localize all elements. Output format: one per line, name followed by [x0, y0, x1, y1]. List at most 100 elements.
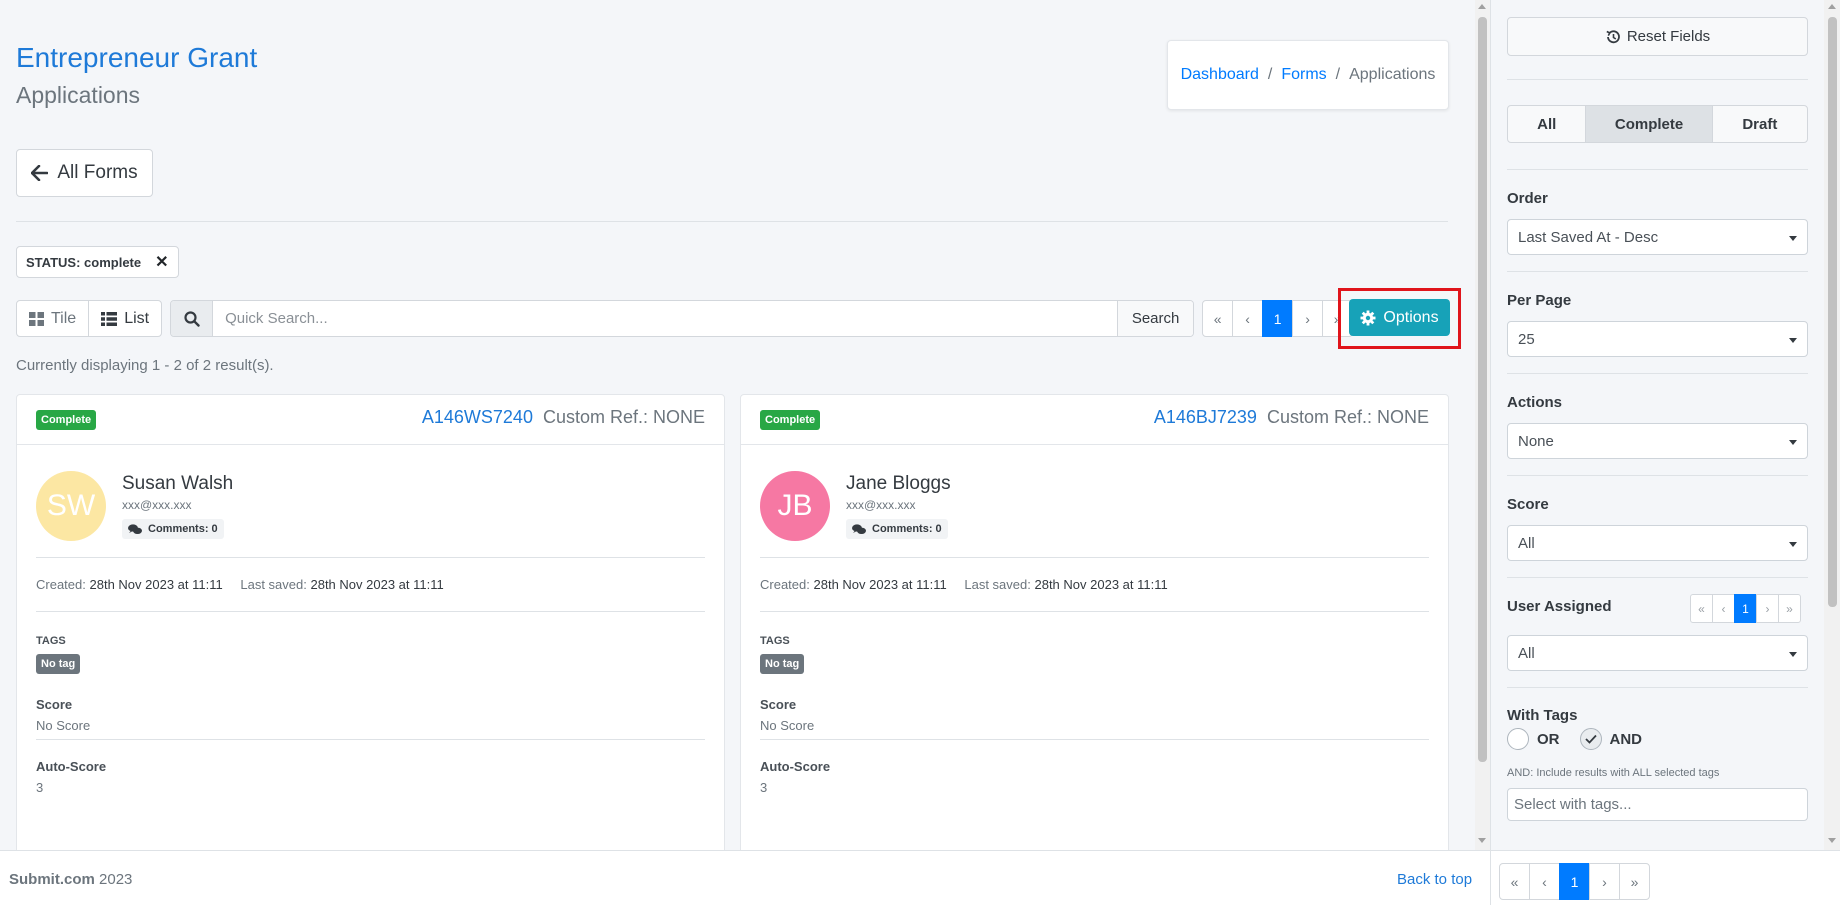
sidebar-panel: Reset Fields All Complete Draft Order La… — [1491, 0, 1840, 850]
segment-draft[interactable]: Draft — [1711, 106, 1807, 142]
options-highlight: Options — [1338, 288, 1461, 349]
quick-search-input[interactable] — [213, 301, 1118, 336]
pager-next[interactable]: › — [1292, 300, 1324, 337]
top-pager: « ‹ 1 › » — [1202, 300, 1354, 337]
pager-last[interactable]: » — [1778, 594, 1801, 623]
filter-sidebar: Reset Fields All Complete Draft Order La… — [1490, 0, 1840, 905]
saved-label: Last saved: — [964, 577, 1031, 592]
application-card[interactable]: Complete A146BJ7239 Custom Ref.: NONE JB … — [740, 394, 1449, 850]
comments-badge[interactable]: Comments: 0 — [122, 519, 224, 539]
comments-icon — [852, 523, 866, 534]
back-to-top-link[interactable]: Back to top — [1397, 871, 1472, 888]
tile-view-button[interactable]: Tile — [17, 301, 88, 336]
grid-icon — [29, 311, 44, 326]
scroll-down-icon[interactable] — [1478, 838, 1486, 843]
avatar: SW — [36, 471, 106, 541]
or-radio[interactable] — [1507, 728, 1529, 750]
card-header: Complete A146BJ7239 Custom Ref.: NONE — [741, 395, 1448, 445]
tags-select-input[interactable]: Select with tags... — [1507, 788, 1808, 821]
application-card[interactable]: Complete A146WS7240 Custom Ref.: NONE SW … — [16, 394, 725, 850]
footer-brand: Submit.com 2023 — [9, 871, 132, 888]
per-page-label: Per Page — [1507, 292, 1572, 309]
breadcrumb-dashboard[interactable]: Dashboard — [1181, 66, 1259, 84]
application-ref-link[interactable]: A146WS7240 — [422, 407, 533, 427]
scroll-up-icon[interactable] — [1828, 4, 1836, 9]
user-assigned-label: User Assigned — [1507, 598, 1612, 615]
pager-next[interactable]: › — [1589, 863, 1620, 900]
pager-page-1[interactable]: 1 — [1734, 594, 1757, 623]
list-view-label: List — [124, 309, 150, 327]
saved-date: 28th Nov 2023 at 11:11 — [310, 577, 444, 592]
all-forms-label: All Forms — [57, 162, 138, 183]
custom-ref: Custom Ref.: NONE — [542, 407, 705, 427]
sidebar-footer: « ‹ 1 › » — [1491, 850, 1840, 905]
sidebar-divider — [1507, 577, 1808, 578]
segment-complete[interactable]: Complete — [1585, 106, 1712, 142]
scroll-up-icon[interactable] — [1478, 4, 1486, 9]
pager-prev[interactable]: ‹ — [1232, 300, 1264, 337]
pager-first[interactable]: « — [1499, 863, 1530, 900]
tags-help-text: AND: Include results with ALL selected t… — [1507, 767, 1720, 779]
sidebar-scrollbar[interactable] — [1824, 0, 1840, 850]
all-forms-button[interactable]: All Forms — [16, 149, 153, 197]
footer-year: 2023 — [99, 871, 133, 888]
per-page-select[interactable]: 25 — [1507, 321, 1808, 357]
search-icon — [171, 301, 214, 336]
card-divider — [760, 611, 1429, 612]
search-group: Search — [170, 300, 1195, 337]
with-tags-label: With Tags — [1507, 707, 1578, 724]
scrollbar-thumb[interactable] — [1828, 17, 1837, 607]
search-button[interactable]: Search — [1117, 301, 1194, 336]
sidebar-divider — [1507, 79, 1808, 80]
breadcrumb: Dashboard / Forms / Applications — [1167, 40, 1449, 110]
segment-all[interactable]: All — [1508, 106, 1585, 142]
created-label: Created: — [760, 577, 810, 592]
auto-score-label: Auto-Score — [760, 759, 831, 774]
bottom-pager: « ‹ 1 › » — [1499, 863, 1650, 900]
card-divider — [760, 739, 1429, 740]
list-view-button[interactable]: List — [88, 301, 161, 336]
saved-date: 28th Nov 2023 at 11:11 — [1034, 577, 1168, 592]
pager-prev[interactable]: ‹ — [1712, 594, 1735, 623]
status-badge: Complete — [760, 410, 821, 430]
user-assigned-select[interactable]: All — [1507, 635, 1808, 671]
pager-page-1[interactable]: 1 — [1262, 300, 1294, 337]
score-value: No Score — [36, 718, 91, 733]
scroll-down-icon[interactable] — [1828, 838, 1836, 843]
auto-score-value: 3 — [36, 780, 44, 795]
score-label: Score — [760, 697, 797, 712]
pager-first[interactable]: « — [1690, 594, 1713, 623]
custom-ref: Custom Ref.: NONE — [1266, 407, 1429, 427]
breadcrumb-forms[interactable]: Forms — [1281, 66, 1326, 84]
tags-label: TAGS — [760, 635, 790, 647]
options-button[interactable]: Options — [1349, 299, 1450, 336]
main-content: Entrepreneur Grant Applications Dashboar… — [0, 0, 1475, 850]
application-ref-link[interactable]: A146BJ7239 — [1154, 407, 1257, 427]
actions-select[interactable]: None — [1507, 423, 1808, 459]
order-select[interactable]: Last Saved At - Desc — [1507, 219, 1808, 255]
and-label: AND — [1609, 730, 1643, 748]
divider — [16, 221, 1448, 222]
options-label: Options — [1383, 308, 1439, 326]
pager-prev[interactable]: ‹ — [1529, 863, 1560, 900]
reset-fields-button[interactable]: Reset Fields — [1507, 17, 1808, 56]
sidebar-divider — [1507, 687, 1808, 688]
pager-next[interactable]: › — [1756, 594, 1779, 623]
and-radio[interactable] — [1579, 728, 1602, 750]
applicant-name: Susan Walsh — [122, 473, 234, 494]
comments-badge[interactable]: Comments: 0 — [846, 519, 948, 539]
reset-fields-label: Reset Fields — [1626, 28, 1711, 45]
applicant-name: Jane Bloggs — [846, 473, 951, 494]
per-page-value: 25 — [1518, 330, 1535, 348]
score-select[interactable]: All — [1507, 525, 1808, 561]
scrollbar-thumb[interactable] — [1478, 17, 1487, 762]
pager-first[interactable]: « — [1202, 300, 1234, 337]
chevron-down-icon — [1789, 542, 1797, 547]
applicant-email: xxx@xxx.xxx — [846, 498, 916, 512]
auto-score-value: 3 — [760, 780, 768, 795]
pager-last[interactable]: » — [1619, 863, 1650, 900]
pager-page-1[interactable]: 1 — [1559, 863, 1590, 900]
remove-filter-icon[interactable]: ✕ — [155, 252, 168, 272]
main-scrollbar[interactable] — [1475, 0, 1490, 850]
sidebar-divider — [1507, 475, 1808, 476]
